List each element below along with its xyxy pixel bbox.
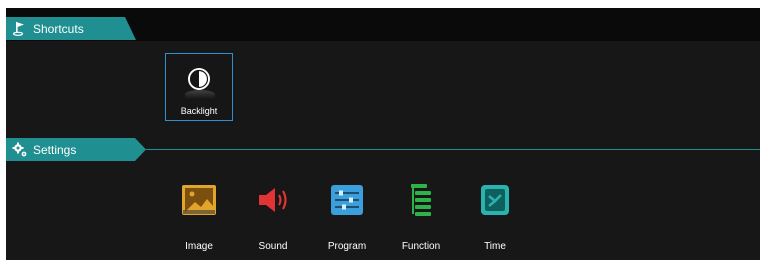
settings-title: Settings — [33, 142, 77, 157]
gear-icon — [12, 142, 28, 158]
tv-menu-screen: Shortcuts Backlight Settings Image Sound… — [6, 8, 760, 260]
time-settings-button[interactable]: Time — [464, 184, 526, 252]
backlight-icon — [188, 68, 210, 90]
backlight-label: Backlight — [180, 106, 218, 116]
shortcuts-title: Shortcuts — [33, 21, 84, 36]
program-label: Program — [327, 241, 367, 252]
program-icon — [331, 185, 363, 215]
backlight-shortcut-button[interactable]: Backlight — [165, 53, 233, 121]
function-settings-button[interactable]: Function — [390, 184, 452, 252]
sound-icon — [259, 188, 287, 212]
image-icon — [182, 185, 216, 215]
image-label: Image — [185, 241, 213, 252]
backlight-icon-reflection — [185, 90, 215, 99]
flag-icon — [12, 21, 28, 37]
program-settings-button[interactable]: Program — [316, 184, 378, 252]
image-settings-button[interactable]: Image — [168, 184, 230, 252]
sound-label: Sound — [258, 241, 288, 252]
settings-divider — [146, 149, 760, 150]
time-icon — [481, 185, 509, 215]
time-label: Time — [484, 241, 506, 252]
shortcuts-section-header: Shortcuts — [6, 17, 136, 40]
function-icon — [411, 184, 431, 216]
settings-section-header: Settings — [6, 138, 146, 161]
sound-settings-button[interactable]: Sound — [242, 184, 304, 252]
function-label: Function — [401, 241, 441, 252]
